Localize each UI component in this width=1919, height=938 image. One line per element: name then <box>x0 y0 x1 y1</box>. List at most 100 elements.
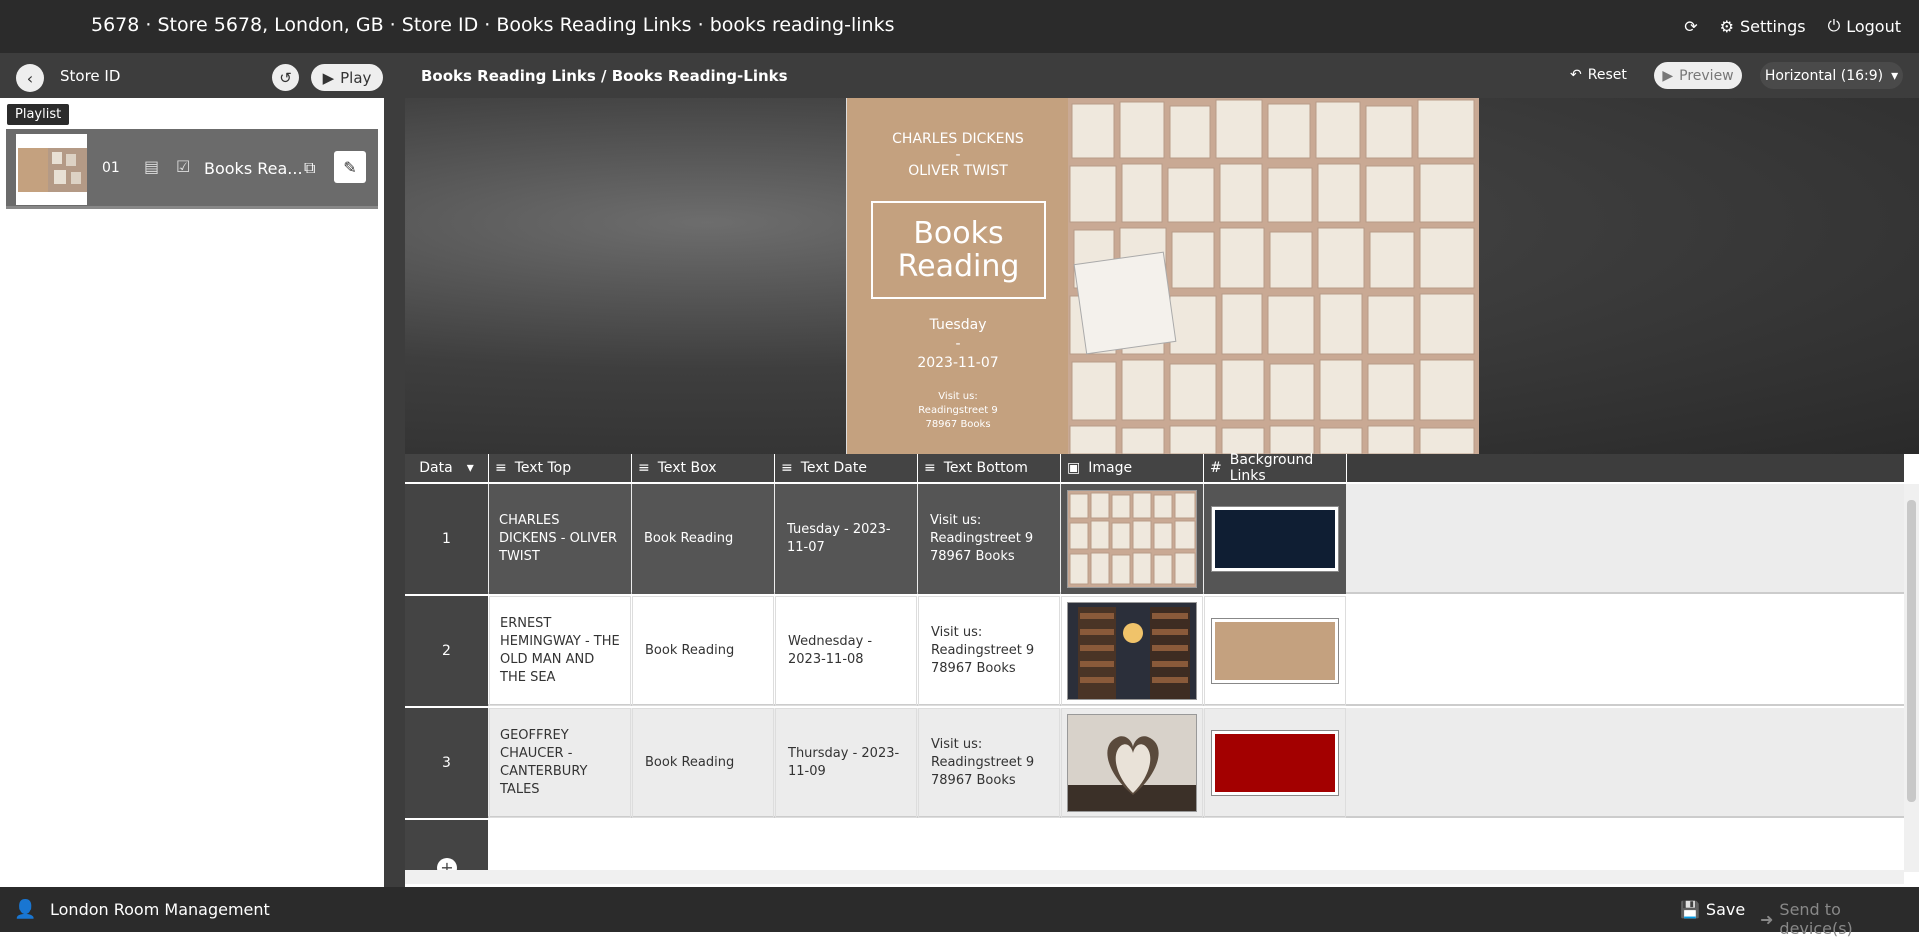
table-row[interactable]: 3 GEOFFREY CHAUCER - CANTERBURY TALES Bo… <box>405 708 1904 818</box>
cell-text-top[interactable]: CHARLES DICKENS - OLIVER TWIST <box>489 484 631 594</box>
row-number: 3 <box>405 708 488 818</box>
cell-text-box[interactable]: Book Reading <box>632 596 774 706</box>
slide-text-top: CHARLES DICKENS - OLIVER TWIST <box>847 131 1069 179</box>
cell-text-date[interactable]: Wednesday - 2023-11-08 <box>775 596 917 706</box>
top-bar: 5678 · Store 5678, London, GB · Store ID… <box>0 0 1919 53</box>
save-icon: 💾 <box>1680 900 1700 919</box>
column-header-text-bottom[interactable]: ≡ Text Bottom <box>918 454 1060 482</box>
thumbnail-image <box>16 134 87 205</box>
play-icon: ▶ <box>322 68 335 87</box>
slide-top-line2: - <box>955 147 961 163</box>
image-icon: ▣ <box>1067 460 1081 476</box>
cell-bottom-line2: Readingstreet 9 <box>931 643 1035 658</box>
slide-bottom-line1: Visit us: <box>938 391 978 402</box>
cell-bottom-line3: 78967 Books <box>931 773 1016 788</box>
playlist-item[interactable]: 01 ▤ ☑ Books Rea... ⧉ ✎ <box>6 129 378 209</box>
slide-date-line3: 2023-11-07 <box>917 355 999 371</box>
column-header-label: Background Links <box>1229 452 1314 484</box>
power-icon: ⏻ <box>1827 16 1841 35</box>
edit-icon: ✎ <box>343 157 357 177</box>
slide-bottom-line3: 78967 Books <box>925 419 991 430</box>
cell-text-box[interactable]: Book Reading <box>632 708 774 818</box>
top-actions: ⟳ ⚙ Settings ⏻ Logout <box>1684 16 1901 36</box>
cell-image[interactable] <box>1061 708 1203 818</box>
caret-down-icon: ▾ <box>466 460 474 476</box>
cell-bottom-line1: Visit us: <box>931 625 983 640</box>
vertical-scrollbar[interactable] <box>1904 484 1919 872</box>
horizontal-scrollbar[interactable] <box>405 870 1904 884</box>
books-pages-image <box>1068 98 1479 454</box>
edit-button[interactable]: ✎ <box>334 151 366 183</box>
row-number: 2 <box>405 596 488 706</box>
slide-date-line2: - <box>955 336 961 352</box>
save-button[interactable]: 💾 Save <box>1680 900 1745 919</box>
cell-background-link[interactable] <box>1204 708 1346 818</box>
playlist-tab[interactable]: Playlist <box>7 104 70 125</box>
back-button[interactable]: ‹ <box>16 64 44 92</box>
slide-text-panel: CHARLES DICKENS - OLIVER TWIST Books Rea… <box>846 98 1068 454</box>
external-link-icon[interactable]: ⧉ <box>304 158 315 178</box>
reset-button[interactable]: ↶ Reset <box>1570 67 1627 83</box>
settings-button[interactable]: ⚙ Settings <box>1720 17 1806 36</box>
cell-text-date[interactable]: Tuesday - 2023-11-07 <box>775 484 917 594</box>
workspace-label: London Room Management <box>50 900 270 919</box>
slide-box-line1: Books <box>913 216 1004 251</box>
cell-bottom-line2: Readingstreet 9 <box>931 755 1035 770</box>
data-grid: Data ▾ ≡ Text Top ≡ Text Box ≡ Text Date ≡ Te… <box>405 452 1919 887</box>
text-align-icon: ≡ <box>781 460 793 476</box>
orientation-select[interactable]: Horizontal (16:9) ▾ <box>1760 62 1903 89</box>
column-header-text-top[interactable]: ≡ Text Top <box>489 454 631 482</box>
column-header-label: Text Date <box>800 460 867 476</box>
cell-background-link[interactable] <box>1204 484 1346 594</box>
playlist-thumbnail <box>16 134 87 205</box>
cell-bottom-line1: Visit us: <box>930 513 982 528</box>
row-number: 1 <box>405 484 488 594</box>
cell-image[interactable] <box>1061 596 1203 706</box>
color-swatch <box>1211 730 1339 796</box>
reload-button[interactable]: ↺ <box>272 64 299 91</box>
slide-bottom-line2: Readingstreet 9 <box>918 405 998 416</box>
column-header-background-links[interactable]: # Background Links <box>1204 452 1346 484</box>
row-image-thumbnail <box>1067 490 1197 588</box>
column-header-text-box[interactable]: ≡ Text Box <box>632 454 774 482</box>
cell-text-box[interactable]: Book Reading <box>632 484 774 594</box>
table-row[interactable]: 1 CHARLES DICKENS - OLIVER TWIST Book Re… <box>405 484 1904 594</box>
data-column-header[interactable]: Data ▾ <box>405 454 488 482</box>
breadcrumb: Books Reading Links / Books Reading-Link… <box>421 67 788 85</box>
table-row[interactable]: 2 ERNEST HEMINGWAY - THE OLD MAN AND THE… <box>405 596 1904 706</box>
cell-text-bottom[interactable]: Visit us: Readingstreet 9 78967 Books <box>918 484 1060 594</box>
header-filler <box>1347 454 1904 482</box>
cell-text-top[interactable]: GEOFFREY CHAUCER - CANTERBURY TALES <box>489 708 631 818</box>
row-image-thumbnail <box>1067 602 1197 700</box>
cell-text-top[interactable]: ERNEST HEMINGWAY - THE OLD MAN AND THE S… <box>489 596 631 706</box>
row-image-thumbnail <box>1067 714 1197 812</box>
store-label: Store ID <box>60 67 121 85</box>
playlist-item-name: Books Rea... <box>204 159 303 178</box>
sync-button[interactable]: ⟳ <box>1684 17 1697 36</box>
cell-image[interactable] <box>1061 484 1203 594</box>
send-to-devices-button[interactable]: ➜ Send to device(s) <box>1760 900 1919 938</box>
play-button[interactable]: ▶ Play <box>311 64 383 91</box>
slide-top-line3: OLIVER TWIST <box>908 163 1008 179</box>
playlist-item-number: 01 <box>102 160 120 176</box>
save-label: Save <box>1705 900 1746 919</box>
slide-box-line2: Reading <box>897 249 1020 284</box>
hash-icon: # <box>1210 460 1222 476</box>
panel-divider[interactable] <box>384 98 405 887</box>
column-header-image[interactable]: ▣ Image <box>1061 454 1203 482</box>
checkbox-icon[interactable]: ☑ <box>176 157 190 176</box>
cell-text-bottom[interactable]: Visit us: Readingstreet 9 78967 Books <box>918 596 1060 706</box>
slide-date-line1: Tuesday <box>929 317 987 333</box>
cell-background-link[interactable] <box>1204 596 1346 706</box>
caret-down-icon: ▾ <box>1891 67 1899 84</box>
preview-button[interactable]: ▶ Preview <box>1654 62 1742 89</box>
slide-text-bottom: Visit us: Readingstreet 9 78967 Books <box>847 390 1069 432</box>
cell-text-bottom[interactable]: Visit us: Readingstreet 9 78967 Books <box>918 708 1060 818</box>
column-header-text-date[interactable]: ≡ Text Date <box>775 454 917 482</box>
column-header-label: Text Bottom <box>943 460 1028 476</box>
playlist-panel <box>0 98 384 887</box>
cell-text-date[interactable]: Thursday - 2023-11-09 <box>775 708 917 818</box>
logout-button[interactable]: ⏻ Logout <box>1828 16 1901 36</box>
reload-icon: ↺ <box>279 68 292 87</box>
play-circle-icon: ▶ <box>1662 67 1674 84</box>
